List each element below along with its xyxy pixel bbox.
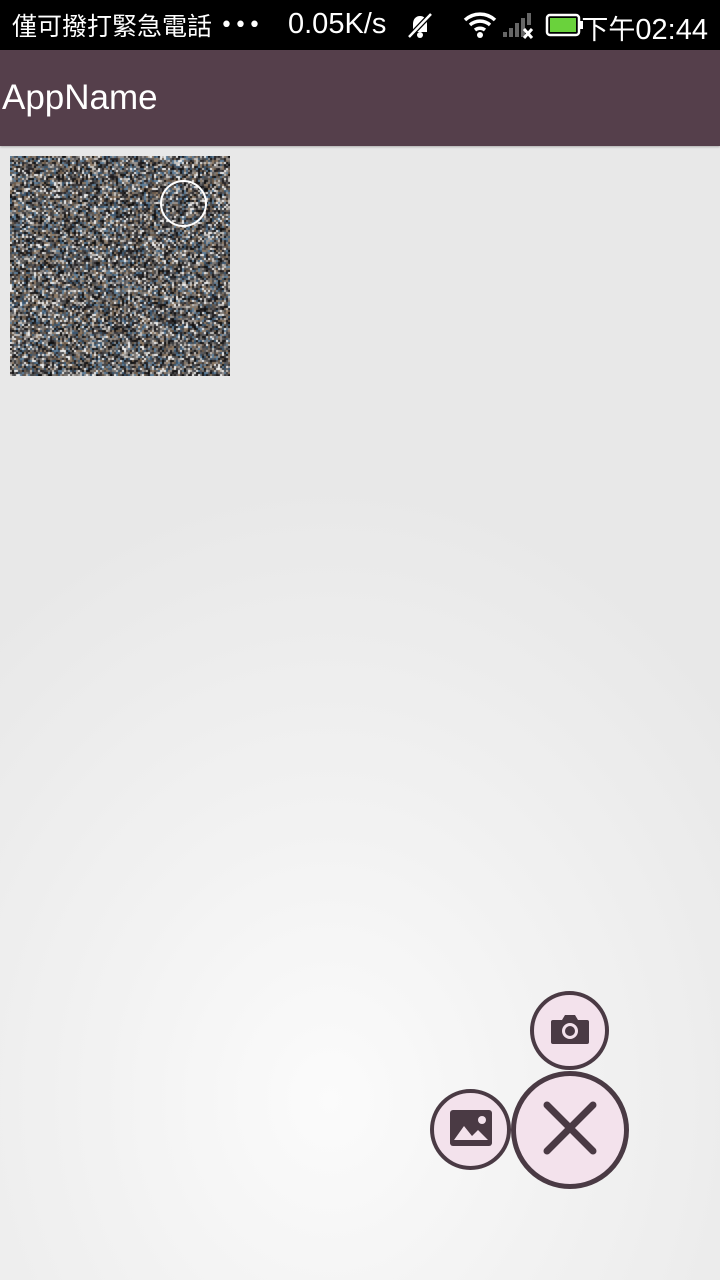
status-bar: 僅可撥打緊急電話 ••• 0.05K/s 下午02:44 bbox=[0, 0, 720, 50]
camera-icon bbox=[549, 1011, 591, 1051]
clock: 下午02:44 bbox=[581, 8, 708, 47]
no-signal-icon bbox=[501, 10, 535, 40]
clock-time: 02:44 bbox=[635, 14, 708, 46]
close-icon bbox=[539, 1097, 601, 1163]
image-thumbnail[interactable] bbox=[10, 156, 230, 376]
muted-notification-icon bbox=[405, 10, 435, 40]
status-icons bbox=[405, 9, 585, 41]
camera-button[interactable] bbox=[530, 991, 609, 1070]
battery-icon bbox=[545, 12, 585, 38]
app-title: AppName bbox=[2, 78, 158, 117]
close-menu-button[interactable] bbox=[511, 1071, 629, 1189]
gallery-button[interactable] bbox=[430, 1089, 511, 1170]
selection-ring bbox=[160, 180, 207, 227]
carrier-status-text: 僅可撥打緊急電話 bbox=[12, 12, 213, 41]
more-notifications-dots: ••• bbox=[220, 12, 262, 38]
app-bar: AppName bbox=[0, 50, 720, 146]
image-icon bbox=[448, 1108, 494, 1152]
clock-ampm: 下午 bbox=[581, 15, 636, 46]
wifi-icon bbox=[463, 10, 497, 40]
network-speed: 0.05K/s bbox=[288, 8, 387, 40]
